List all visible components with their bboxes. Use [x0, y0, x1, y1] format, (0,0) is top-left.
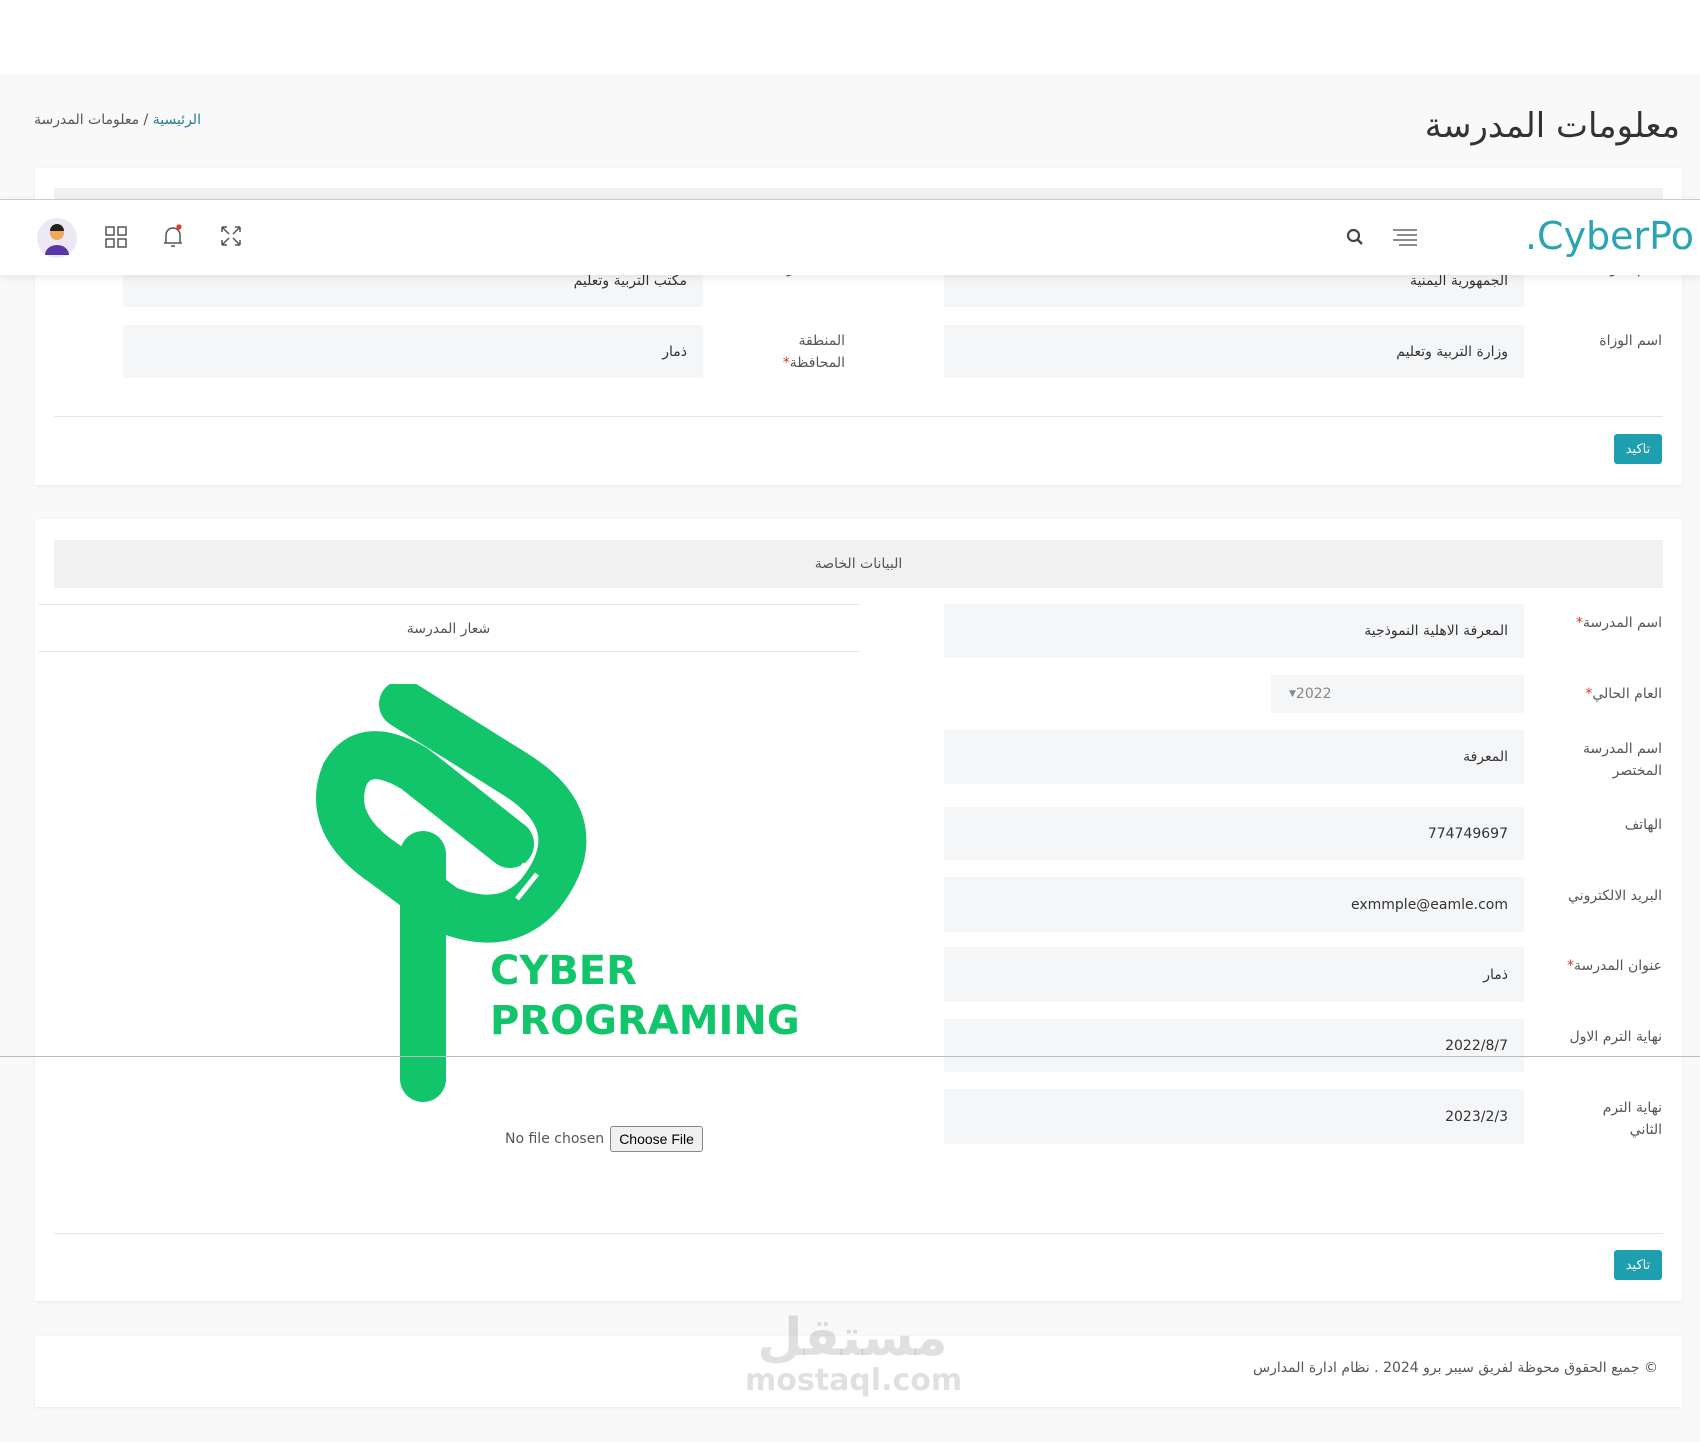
confirm-button[interactable]: تاكيد — [1614, 434, 1662, 464]
choose-file-button[interactable]: Choose File — [610, 1126, 703, 1152]
overlay-line — [0, 1056, 1700, 1057]
section-header: البيانات الخاصة — [54, 540, 1663, 588]
term1-end-input[interactable]: 2022/8/7 — [944, 1019, 1524, 1072]
logo-text: CYBER — [490, 948, 637, 994]
page-title: معلومات المدرسة — [1424, 106, 1680, 146]
logo-header: شعار المدرسة — [38, 604, 859, 652]
field-label: العام الحالي* — [1585, 686, 1662, 702]
email-input[interactable]: exmmple@eamle.com — [944, 877, 1524, 932]
chevron-down-icon: ▼ — [1289, 689, 1296, 699]
field-label: اسم الوزاة — [1599, 333, 1662, 349]
fullscreen-icon[interactable] — [219, 224, 243, 248]
breadcrumb-separator: / — [139, 112, 149, 128]
confirm-button[interactable]: تاكيد — [1614, 1250, 1662, 1280]
file-status: No file chosen — [505, 1131, 605, 1147]
address-input[interactable]: ذمار — [944, 947, 1524, 1002]
notification-bell-icon[interactable] — [161, 222, 185, 250]
current-year-select[interactable]: 2022 ▼ — [1271, 675, 1524, 713]
private-data-card: البيانات الخاصة شعار المدرسة CYBER PROGR… — [35, 519, 1682, 1301]
divider — [54, 416, 1663, 417]
breadcrumb: الرئيسية / معلومات المدرسة — [34, 112, 201, 128]
field-label: البريد الالكتروني — [1568, 888, 1662, 904]
top-band — [0, 0, 1700, 74]
breadcrumb-home[interactable]: الرئيسية — [153, 112, 201, 128]
term2-end-input[interactable]: 2023/2/3 — [944, 1089, 1524, 1144]
watermark: مستقل mostaql.com — [745, 1308, 963, 1398]
ministry-input[interactable]: وزارة التربية وتعليم — [944, 325, 1524, 378]
apps-grid-icon[interactable] — [104, 225, 128, 249]
field-label: المنطقة المحافظة* — [782, 333, 845, 371]
logo-text: PROGRAMING — [490, 998, 800, 1044]
menu-icon[interactable] — [1392, 224, 1418, 250]
brand-logo[interactable]: .CyberPo — [1525, 214, 1694, 258]
governorate-input[interactable]: ذمار — [123, 325, 703, 378]
school-name-input[interactable]: المعرفة الاهلية النموذجية — [944, 604, 1524, 658]
top-navbar: .CyberPo — [0, 199, 1700, 275]
phone-input[interactable]: 774749697 — [944, 807, 1524, 860]
search-icon[interactable] — [1344, 226, 1366, 248]
breadcrumb-current: معلومات المدرسة — [34, 112, 140, 128]
file-input[interactable]: No file chosen Choose File — [505, 1126, 703, 1152]
field-label: اسم المدرسة* — [1576, 615, 1662, 631]
school-logo-image: CYBER PROGRAMING — [316, 684, 800, 1102]
short-name-input[interactable]: المعرفة — [944, 730, 1524, 784]
field-label: الهاتف — [1624, 817, 1662, 833]
user-avatar[interactable] — [37, 218, 77, 258]
field-label: اسم المدرسة المختصر — [1583, 741, 1662, 779]
year-value: 2022 — [1295, 686, 1332, 702]
divider — [54, 1233, 1663, 1234]
footer-text: © جميع الحقوق محوظة لفريق سيبر برو 2024 … — [1253, 1360, 1658, 1376]
field-label: نهاية الترم الثاني — [1602, 1100, 1662, 1138]
field-label: نهاية الترم الاول — [1569, 1029, 1663, 1045]
field-label: عنوان المدرسة* — [1566, 958, 1662, 974]
